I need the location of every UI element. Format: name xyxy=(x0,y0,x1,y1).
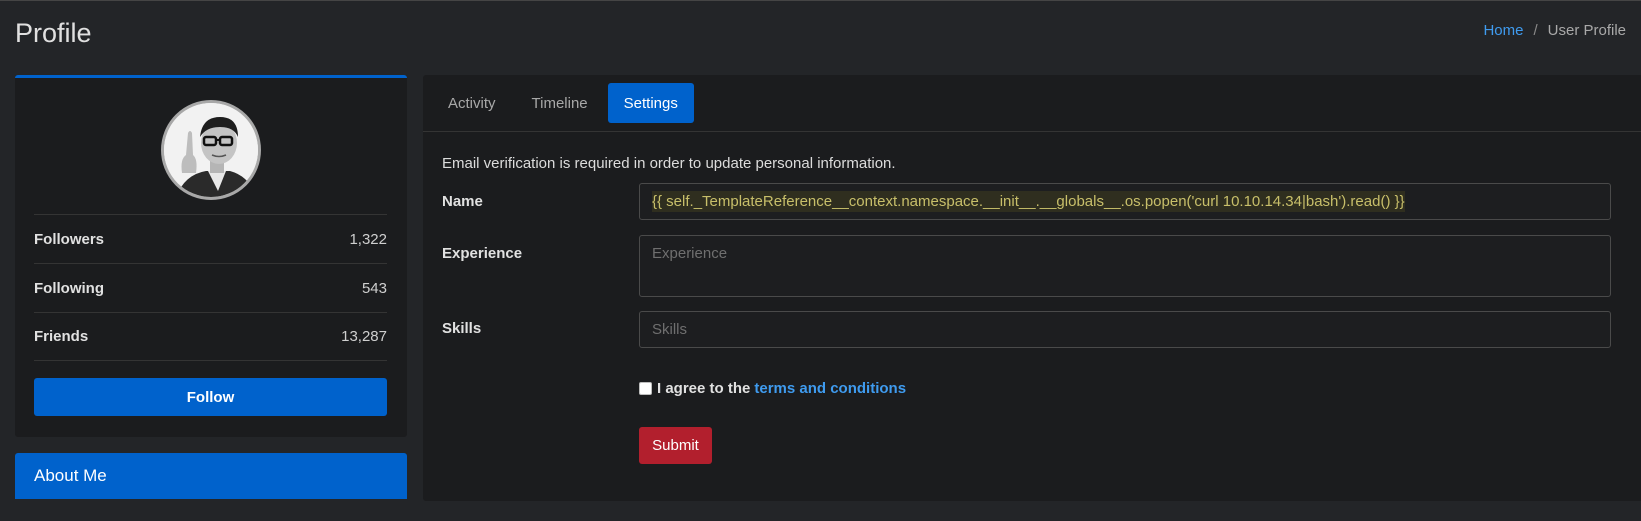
name-label: Name xyxy=(442,193,483,210)
breadcrumb-current: User Profile xyxy=(1547,22,1626,39)
verification-notice: Email verification is required in order … xyxy=(442,155,896,172)
about-me-title: About Me xyxy=(34,466,107,485)
skills-label: Skills xyxy=(442,320,482,337)
tab-bar: Activity Timeline Settings xyxy=(423,75,1641,132)
user-photo-icon xyxy=(164,103,258,197)
tab-settings[interactable]: Settings xyxy=(607,83,694,123)
avatar xyxy=(161,100,261,200)
page-title: Profile xyxy=(15,18,92,48)
stat-value: 543 xyxy=(361,279,387,297)
stat-row-followers: Followers 1,322 xyxy=(34,214,387,263)
follow-button[interactable]: Follow xyxy=(34,378,387,416)
stat-row-friends: Friends 13,287 xyxy=(34,312,387,361)
experience-field[interactable] xyxy=(639,235,1611,297)
breadcrumb-separator: / xyxy=(1533,22,1538,39)
stat-list: Followers 1,322 Following 543 Friends 13… xyxy=(34,214,387,361)
agree-text: I agree to the xyxy=(657,380,751,397)
name-field-value: {{ self._TemplateReference__context.name… xyxy=(652,191,1405,212)
agree-checkbox[interactable] xyxy=(639,382,652,395)
stat-row-following: Following 543 xyxy=(34,263,387,312)
settings-card: Activity Timeline Settings Email verific… xyxy=(423,75,1641,501)
breadcrumb-home-link[interactable]: Home xyxy=(1483,22,1523,39)
stat-value: 1,322 xyxy=(349,230,387,248)
terms-link[interactable]: terms and conditions xyxy=(754,380,906,397)
top-border xyxy=(0,0,1641,1)
profile-card: Followers 1,322 Following 543 Friends 13… xyxy=(15,75,407,437)
about-me-header: About Me xyxy=(15,453,407,499)
name-field[interactable]: {{ self._TemplateReference__context.name… xyxy=(639,183,1611,220)
stat-label: Friends xyxy=(34,328,89,345)
breadcrumb: Home / User Profile xyxy=(1483,22,1626,39)
submit-button[interactable]: Submit xyxy=(639,427,712,464)
stat-value: 13,287 xyxy=(341,328,387,345)
experience-label: Experience xyxy=(442,245,523,262)
tab-timeline[interactable]: Timeline xyxy=(516,83,604,123)
skills-field[interactable] xyxy=(639,311,1611,348)
stat-label: Following xyxy=(34,279,104,297)
agree-row: I agree to the terms and conditions xyxy=(639,380,906,397)
tab-activity[interactable]: Activity xyxy=(432,83,512,123)
stat-label: Followers xyxy=(34,230,105,248)
